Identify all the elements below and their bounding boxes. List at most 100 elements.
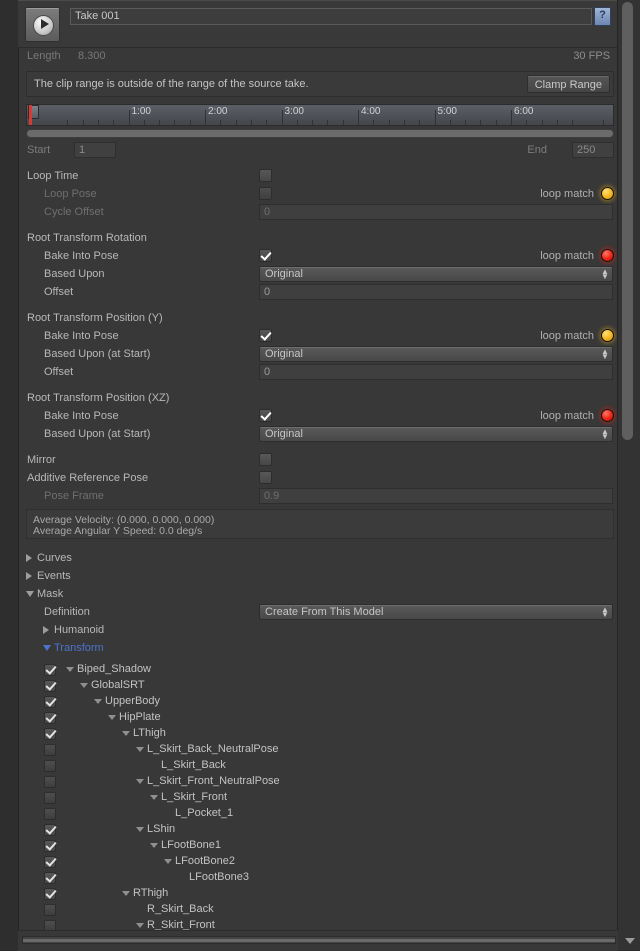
chevron-down-icon[interactable]: [94, 699, 102, 704]
property-row: Root Transform Position (Y): [18, 309, 618, 327]
transform-node-checkbox[interactable]: [44, 808, 56, 820]
transform-tree-row[interactable]: HipPlate: [18, 710, 618, 726]
chevron-down-icon[interactable]: [150, 795, 158, 800]
timeline-scroll-thumb[interactable]: [27, 130, 613, 137]
ruler-minor-tick: [97, 120, 99, 125]
property-checkbox[interactable]: [259, 471, 272, 484]
transform-node-checkbox[interactable]: [44, 856, 56, 868]
transform-tree-row[interactable]: UpperBody: [18, 694, 618, 710]
property-dropdown[interactable]: Original ▲ ▼: [259, 426, 613, 442]
vertical-scrollbar-thumb[interactable]: [622, 2, 633, 440]
property-dropdown[interactable]: Original ▲ ▼: [259, 346, 613, 362]
ruler-minor-tick: [602, 120, 604, 125]
foldout-curves[interactable]: Curves: [18, 549, 618, 567]
ruler-tick-label: 1:00: [131, 106, 151, 117]
chevron-down-icon[interactable]: [66, 667, 74, 672]
panel-horizontal-scroll-thumb[interactable]: [23, 939, 615, 942]
transform-tree-row[interactable]: R_Skirt_Back: [18, 902, 618, 918]
transform-node-checkbox[interactable]: [44, 696, 56, 708]
play-triangle-icon: [41, 19, 49, 29]
end-input[interactable]: 250: [572, 142, 614, 158]
transform-tree-row[interactable]: LFootBone2: [18, 854, 618, 870]
vertical-scrollbar-track[interactable]: [622, 0, 637, 930]
transform-node-checkbox[interactable]: [44, 728, 56, 740]
transform-tree-row[interactable]: Biped_Shadow: [18, 662, 618, 678]
property-dropdown[interactable]: Original ▲ ▼: [259, 266, 613, 282]
transform-tree-row[interactable]: L_Skirt_Front: [18, 790, 618, 806]
clip-name-input[interactable]: [70, 8, 592, 25]
transform-node-checkbox[interactable]: [44, 776, 56, 788]
transform-tree-row[interactable]: L_Pocket_1: [18, 806, 618, 822]
transform-node-checkbox[interactable]: [44, 840, 56, 852]
transform-node-checkbox[interactable]: [44, 824, 56, 836]
transform-tree-row[interactable]: LFootBone1: [18, 838, 618, 854]
chevron-down-icon[interactable]: [136, 747, 144, 752]
chevron-down-icon[interactable]: [122, 731, 130, 736]
chevron-down-icon[interactable]: [108, 715, 116, 720]
chevron-down-icon: [26, 591, 34, 597]
chevron-down-icon[interactable]: [625, 938, 635, 944]
transform-node-checkbox[interactable]: [44, 664, 56, 676]
clamp-range-button[interactable]: Clamp Range: [526, 75, 610, 93]
transform-node-checkbox[interactable]: [44, 792, 56, 804]
loop-match-label: loop match: [540, 410, 594, 422]
transform-node-checkbox[interactable]: [44, 712, 56, 724]
property-text-input[interactable]: 0.9: [259, 488, 613, 504]
ruler-minor-tick: [113, 120, 115, 125]
timeline-ruler[interactable]: 1:00 2:00 3:00 4:00 5:00 6:00: [26, 104, 614, 126]
chevron-down-icon[interactable]: [122, 891, 130, 896]
clip-range-row: Start 1 End 250: [18, 140, 618, 162]
property-row: Root Transform Rotation: [18, 229, 618, 247]
chevron-down-icon[interactable]: [80, 683, 88, 688]
property-label: Root Transform Position (XZ): [27, 392, 170, 404]
foldout-mask[interactable]: Mask: [18, 585, 618, 603]
property-checkbox[interactable]: [259, 187, 272, 200]
chevron-down-icon[interactable]: [136, 779, 144, 784]
chevron-down-icon[interactable]: [164, 859, 172, 864]
property-checkbox[interactable]: [259, 329, 272, 342]
start-input[interactable]: 1: [74, 142, 116, 158]
property-text-input[interactable]: 0: [259, 364, 613, 380]
ruler-major-tick: [128, 110, 130, 125]
transform-node-label: L_Skirt_Front: [161, 791, 228, 803]
timeline-horizontal-scrollbar[interactable]: [26, 129, 614, 138]
transform-tree-row[interactable]: L_Skirt_Front_NeutralPose: [18, 774, 618, 790]
help-book-icon[interactable]: [594, 7, 611, 26]
property-checkbox[interactable]: [259, 249, 272, 262]
property-text-input[interactable]: 0: [259, 204, 613, 220]
property-text-input[interactable]: 0: [259, 284, 613, 300]
property-checkbox[interactable]: [259, 453, 272, 466]
property-label: Based Upon (at Start): [44, 348, 151, 360]
chevron-down-icon[interactable]: [150, 843, 158, 848]
chevron-down-icon[interactable]: [136, 923, 144, 928]
property-checkbox[interactable]: [259, 409, 272, 422]
panel-horizontal-scrollbar[interactable]: [22, 936, 616, 944]
property-checkbox[interactable]: [259, 169, 272, 182]
foldout-transform[interactable]: Transform: [18, 639, 618, 657]
chevron-down-icon[interactable]: [136, 827, 144, 832]
transform-tree-row[interactable]: GlobalSRT: [18, 678, 618, 694]
transform-node-checkbox[interactable]: [44, 904, 56, 916]
chevron-right-icon: [26, 572, 32, 580]
property-row: Based Upon (at Start) Original ▲ ▼: [18, 425, 618, 443]
transform-node-checkbox[interactable]: [44, 680, 56, 692]
transform-node-checkbox[interactable]: [44, 888, 56, 900]
transform-node-checkbox[interactable]: [44, 744, 56, 756]
transform-tree-row[interactable]: LShin: [18, 822, 618, 838]
foldout-events[interactable]: Events: [18, 567, 618, 585]
playhead-marker[interactable]: [29, 105, 32, 125]
property-row: Pose Frame 0.9: [18, 487, 618, 505]
transform-tree-row[interactable]: L_Skirt_Back: [18, 758, 618, 774]
transform-node-checkbox[interactable]: [44, 760, 56, 772]
transform-tree-row[interactable]: LFootBone3: [18, 870, 618, 886]
mask-definition-dropdown[interactable]: Create From This Model ▲ ▼: [259, 604, 613, 620]
clip-length-row: Length 8.300 30 FPS: [18, 46, 618, 68]
transform-tree-row[interactable]: LThigh: [18, 726, 618, 742]
transform-tree-row[interactable]: RThigh: [18, 886, 618, 902]
ruler-major-tick: [434, 110, 436, 125]
foldout-humanoid[interactable]: Humanoid: [18, 621, 618, 639]
foldout-label: Mask: [37, 588, 64, 600]
transform-node-checkbox[interactable]: [44, 872, 56, 884]
transform-tree-row[interactable]: L_Skirt_Back_NeutralPose: [18, 742, 618, 758]
loop-match-label: loop match: [540, 250, 594, 262]
